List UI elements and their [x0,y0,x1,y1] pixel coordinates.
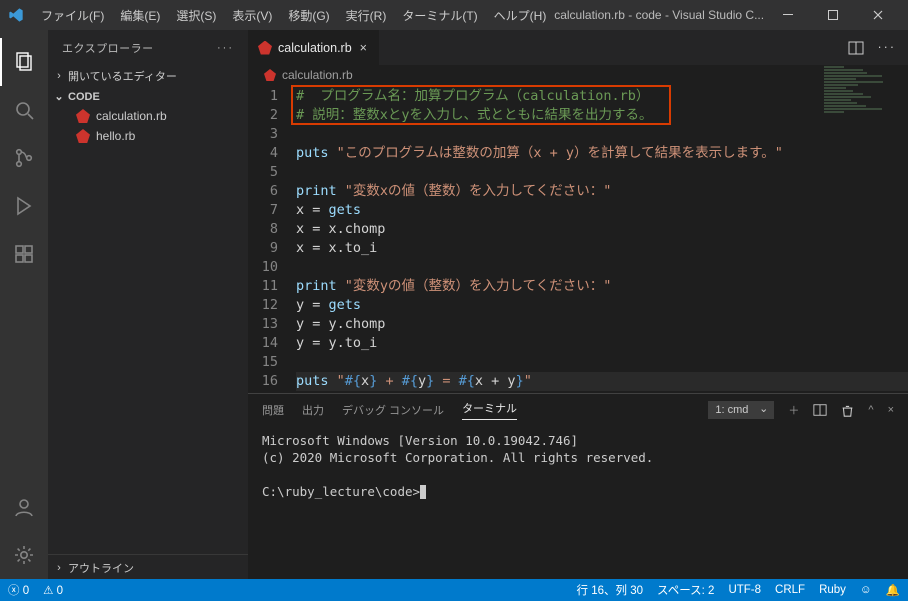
window-title: calculation.rb - code - Visual Studio C.… [553,8,765,22]
more-icon[interactable]: ··· [217,42,234,54]
status-bar: ⓧ 0 ⚠ 0 行 16、列 30 スペース: 2 UTF-8 CRLF Rub… [0,579,908,601]
terminal-output[interactable]: Microsoft Windows [Version 10.0.19042.74… [248,426,908,506]
extensions-icon[interactable] [0,230,48,278]
maximize-button[interactable] [810,0,855,30]
status-warnings[interactable]: ⚠ 0 [43,583,63,597]
status-eol[interactable]: CRLF [775,584,805,596]
outline-section[interactable]: ›アウトライン [48,554,248,579]
status-bell-icon[interactable]: 🔔 [886,583,900,597]
ruby-file-icon [258,41,272,55]
menu-file[interactable]: ファイル(F) [34,5,111,26]
minimize-button[interactable] [765,0,810,30]
status-encoding[interactable]: UTF-8 [728,584,761,596]
editor-area: calculation.rb × ··· calculation.rb 1234… [248,30,908,579]
menu-select[interactable]: 選択(S) [169,5,223,26]
close-button[interactable] [855,0,900,30]
more-actions-icon[interactable]: ··· [878,40,897,56]
menu-bar: ファイル(F) 編集(E) 選択(S) 表示(V) 移動(G) 実行(R) ター… [34,5,553,26]
account-icon[interactable] [0,483,48,531]
search-icon[interactable] [0,86,48,134]
status-language[interactable]: Ruby [819,584,846,596]
minimap[interactable] [818,65,908,365]
new-terminal-icon[interactable]: ＋ [788,402,799,418]
panel-tab-terminal[interactable]: ターミナル [462,400,517,420]
split-editor-icon[interactable] [848,40,864,56]
code-editor[interactable]: 12345678910111213141516 # プログラム名：加算プログラム… [248,85,908,393]
file-hello[interactable]: hello.rb [48,126,248,146]
activity-bar [0,30,48,579]
maximize-panel-icon[interactable]: ^ [868,404,873,416]
explorer-icon[interactable] [0,38,48,86]
title-bar: ファイル(F) 編集(E) 選択(S) 表示(V) 移動(G) 実行(R) ター… [0,0,908,30]
menu-help[interactable]: ヘルプ(H) [487,5,554,26]
status-spaces[interactable]: スペース: 2 [657,582,714,598]
kill-terminal-icon[interactable] [841,404,854,417]
status-errors[interactable]: ⓧ 0 [8,582,29,598]
run-debug-icon[interactable] [0,182,48,230]
editor-tabs: calculation.rb × ··· [248,30,908,65]
menu-go[interactable]: 移動(G) [281,5,336,26]
breadcrumb[interactable]: calculation.rb [248,65,908,85]
explorer-sidebar: エクスプローラー ··· ›開いているエディター ⌄CODE calculati… [48,30,248,579]
close-tab-icon[interactable]: × [358,41,369,55]
menu-run[interactable]: 実行(R) [339,5,394,26]
ruby-file-icon [264,69,276,81]
ruby-file-icon [76,129,90,143]
ruby-file-icon [76,109,90,123]
settings-icon[interactable] [0,531,48,579]
terminal-selector[interactable]: 1: cmd [708,401,774,419]
status-line-col[interactable]: 行 16、列 30 [577,582,643,598]
source-control-icon[interactable] [0,134,48,182]
split-terminal-icon[interactable] [813,403,827,417]
panel-tab-problems[interactable]: 問題 [262,402,284,418]
explorer-title: エクスプローラー [62,40,154,56]
tab-calculation[interactable]: calculation.rb × [248,30,380,65]
panel-tab-output[interactable]: 出力 [302,402,324,418]
close-panel-icon[interactable]: × [888,404,894,416]
file-calculation[interactable]: calculation.rb [48,106,248,126]
terminal-panel: 問題 出力 デバッグ コンソール ターミナル 1: cmd ＋ ^ × Micr… [248,393,908,543]
open-editors-section[interactable]: ›開いているエディター [48,65,248,87]
folder-section[interactable]: ⌄CODE [48,87,248,106]
status-feedback-icon[interactable]: ☺ [860,584,872,596]
vscode-logo-icon [8,7,24,23]
menu-view[interactable]: 表示(V) [225,5,279,26]
menu-edit[interactable]: 編集(E) [113,5,167,26]
panel-tab-debug[interactable]: デバッグ コンソール [342,402,444,418]
menu-terminal[interactable]: ターミナル(T) [395,5,484,26]
